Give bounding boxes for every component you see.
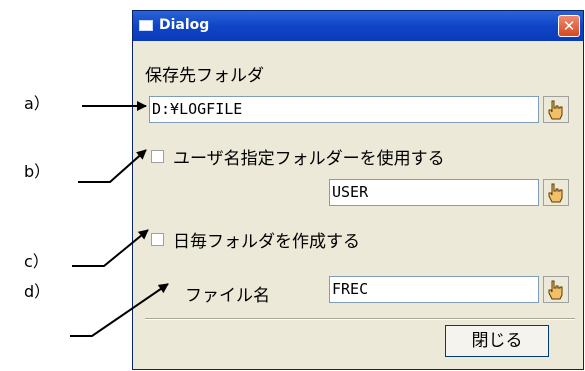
arrow-c bbox=[72, 229, 149, 267]
arrow-d bbox=[70, 283, 169, 337]
arrow-b bbox=[78, 149, 147, 183]
annotation-arrows bbox=[70, 101, 169, 337]
